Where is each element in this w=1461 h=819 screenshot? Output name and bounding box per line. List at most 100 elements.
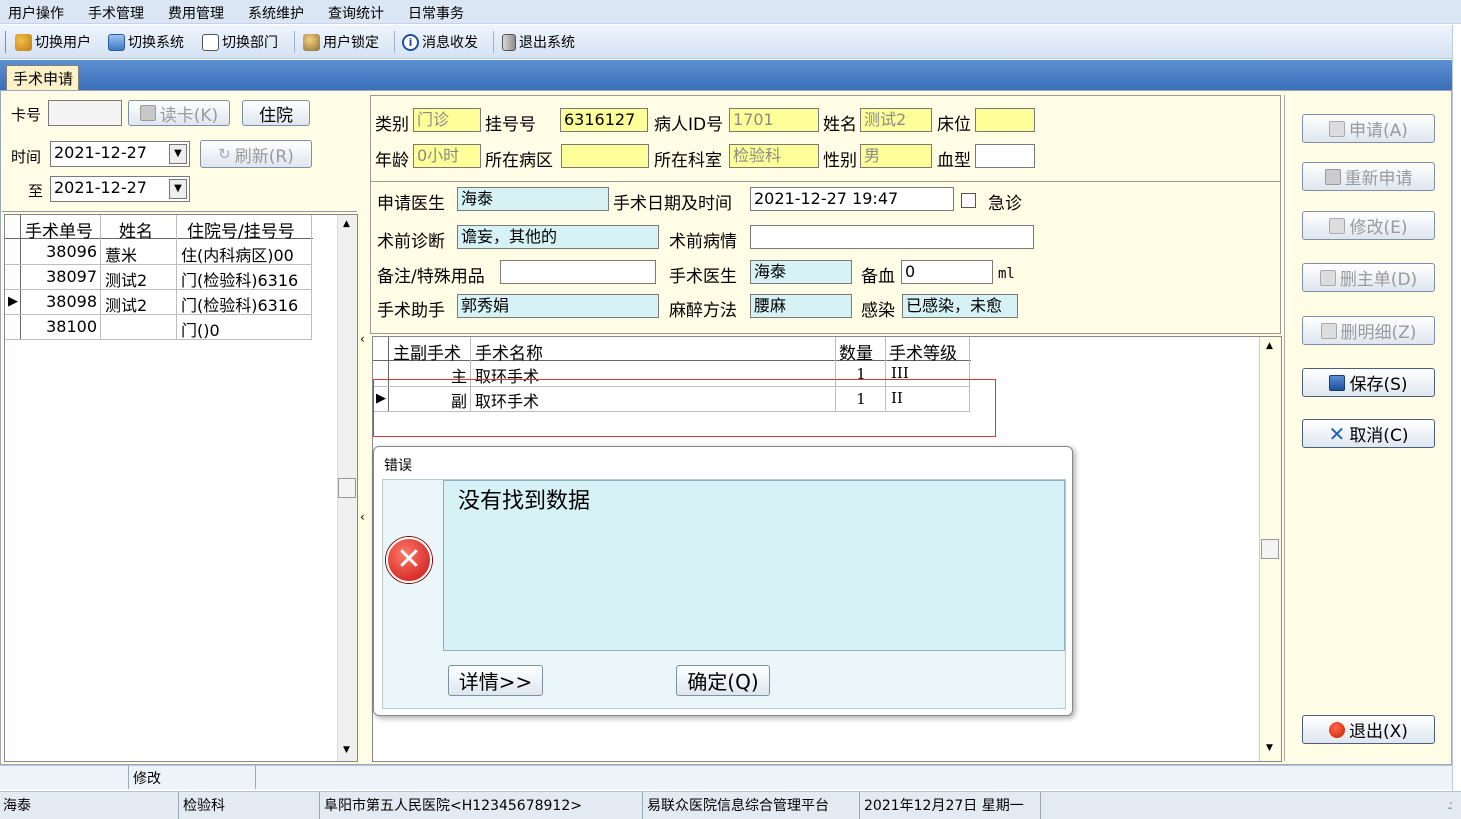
scroll-down-icon[interactable]: ▼ xyxy=(343,745,350,755)
delete-main-button[interactable]: 删主单(D) xyxy=(1302,263,1435,292)
status-separator xyxy=(859,792,860,819)
patient-id-field[interactable]: 1701 xyxy=(729,108,819,132)
surgery-list-grid[interactable]: 手术单号 姓名 住院号/挂号号 38096 薏米 住(内科病区)00 38097… xyxy=(4,214,358,762)
dropdown-arrow-icon[interactable]: ▼ xyxy=(169,144,187,164)
emergency-checkbox[interactable] xyxy=(961,193,976,208)
action-panel: 申请(A) 重新申请 修改(E) 删主单(D) 删明细(Z) 保存(S) ✕ 取… xyxy=(1284,95,1448,761)
age-field[interactable]: 0小时 xyxy=(413,144,481,168)
toolbar-separator xyxy=(294,31,295,53)
reapply-button[interactable]: 重新申请 xyxy=(1302,162,1435,191)
date-to-picker[interactable]: 2021-12-27 ▼ xyxy=(50,176,190,202)
blood-type-field[interactable] xyxy=(975,144,1035,168)
tab-surgery-application[interactable]: 手术申请 xyxy=(6,65,79,90)
menu-query-stats[interactable]: 查询统计 xyxy=(328,3,384,23)
row-id: 38098 xyxy=(46,292,97,311)
scroll-up-icon[interactable]: ▲ xyxy=(343,219,350,229)
reapply-icon xyxy=(1324,168,1341,185)
row-id: 38100 xyxy=(46,317,97,336)
col-header-qty[interactable]: 数量 xyxy=(839,339,873,364)
menu-fee-mgmt[interactable]: 费用管理 xyxy=(168,3,224,23)
exit-system-button[interactable]: 退出系统 xyxy=(502,32,575,52)
read-card-label: 读卡(K) xyxy=(159,105,219,126)
selection-highlight xyxy=(373,379,996,437)
infection-field[interactable]: 已感染，未愈 xyxy=(902,294,1018,318)
scroll-thumb[interactable] xyxy=(338,478,356,498)
resize-grip-icon[interactable]: .: xyxy=(1447,798,1453,812)
modify-button[interactable]: 修改(E) xyxy=(1302,211,1435,240)
switch-user-button[interactable]: 切换用户 xyxy=(15,32,91,52)
refresh-button[interactable]: ↻ 刷新(R) xyxy=(200,140,312,168)
panel-splitter[interactable]: ‹ ‹ xyxy=(359,330,368,530)
scroll-up-icon[interactable]: ▲ xyxy=(1266,341,1273,351)
menu-system-maint[interactable]: 系统维护 xyxy=(248,3,304,23)
application-panel: 申请医生 海泰 手术日期及时间 2021-12-27 19:47 急诊 术前诊断… xyxy=(370,182,1281,334)
dept-field[interactable]: 检验科 xyxy=(729,144,819,168)
time-label: 时间 xyxy=(11,148,42,166)
read-card-button[interactable]: 读卡(K) xyxy=(128,100,230,126)
assistant-field[interactable]: 郭秀娟 xyxy=(457,294,659,318)
preop-condition-field[interactable] xyxy=(750,225,1034,249)
reg-no-field[interactable]: 6316127 xyxy=(560,108,648,132)
col-header-main-sub[interactable]: 主副手术 xyxy=(393,339,461,364)
delete-detail-button[interactable]: 删明细(Z) xyxy=(1302,316,1435,345)
notes-field[interactable] xyxy=(500,260,656,284)
user-lock-icon xyxy=(303,33,320,51)
calendar-icon xyxy=(202,33,219,51)
messages-label: 消息收发 xyxy=(422,35,478,51)
col-header-reg[interactable]: 住院号/挂号号 xyxy=(187,217,295,242)
save-label: 保存(S) xyxy=(1349,375,1408,395)
anesthesia-field[interactable]: 腰麻 xyxy=(750,294,852,318)
chevron-left-icon[interactable]: ‹ xyxy=(360,332,365,346)
type-field[interactable]: 门诊 xyxy=(413,108,481,132)
refresh-label: 刷新(R) xyxy=(234,146,294,167)
details-button[interactable]: 详情>> xyxy=(448,665,543,696)
surgeon-field[interactable]: 海泰 xyxy=(750,260,852,284)
col-header-id[interactable]: 手术单号 xyxy=(25,217,93,242)
col-header-surgery-name[interactable]: 手术名称 xyxy=(475,339,543,364)
preop-diagnosis-field[interactable]: 谵妄，其他的 xyxy=(457,225,659,249)
cancel-label: 取消(C) xyxy=(1349,426,1409,446)
table-row-selected[interactable]: ▶ 38098 测试2 门(检验科)6316 xyxy=(5,290,312,315)
switch-dept-button[interactable]: 切换部门 xyxy=(202,32,278,52)
table-row[interactable]: 38100 门()0 xyxy=(5,315,312,340)
switch-system-button[interactable]: 切换系统 xyxy=(108,32,184,52)
col-header-name[interactable]: 姓名 xyxy=(119,217,153,242)
menu-user-ops[interactable]: 用户操作 xyxy=(8,3,64,23)
save-button[interactable]: 保存(S) xyxy=(1302,368,1435,397)
ward-field[interactable] xyxy=(561,144,649,168)
ward-label: 所在病区 xyxy=(485,151,553,171)
surgery-datetime-field[interactable]: 2021-12-27 19:47 xyxy=(750,187,954,211)
blood-prep-field[interactable]: 0 xyxy=(901,260,993,284)
menu-surgery-mgmt[interactable]: 手术管理 xyxy=(88,3,144,23)
messages-button[interactable]: i 消息收发 xyxy=(402,32,478,52)
gender-field[interactable]: 男 xyxy=(860,144,932,168)
scroll-thumb[interactable] xyxy=(1261,539,1279,559)
scroll-down-icon[interactable]: ▼ xyxy=(1266,743,1273,753)
exit-button[interactable]: 退出(X) xyxy=(1302,715,1435,744)
switch-system-icon xyxy=(108,33,125,51)
card-input[interactable] xyxy=(48,100,122,126)
inpatient-button[interactable]: 住院 xyxy=(242,100,310,126)
table-row[interactable]: 38096 薏米 住(内科病区)00 xyxy=(5,240,312,265)
chevron-left-icon[interactable]: ‹ xyxy=(360,510,365,524)
menu-daily-affairs[interactable]: 日常事务 xyxy=(408,3,464,23)
switch-system-label: 切换系统 xyxy=(128,35,184,51)
col-header-level[interactable]: 手术等级 xyxy=(889,339,957,364)
status-hospital: 阜阳市第五人民医院<H12345678912> xyxy=(324,798,582,814)
list-vertical-scrollbar[interactable]: ▲ ▼ xyxy=(337,215,357,761)
lock-user-button[interactable]: 用户锁定 xyxy=(303,32,379,52)
cancel-button[interactable]: ✕ 取消(C) xyxy=(1302,419,1435,448)
bed-field[interactable] xyxy=(975,108,1035,132)
apply-doctor-field[interactable]: 海泰 xyxy=(457,187,609,211)
table-row[interactable]: 38097 测试2 门(检验科)6316 xyxy=(5,265,312,290)
blood-type-label: 血型 xyxy=(937,151,971,171)
date-from-picker[interactable]: 2021-12-27 ▼ xyxy=(50,141,190,167)
apply-label: 申请(A) xyxy=(1349,121,1408,141)
apply-button[interactable]: 申请(A) xyxy=(1302,114,1435,143)
ops-vertical-scrollbar[interactable]: ▲ ▼ xyxy=(1259,337,1281,761)
ok-button[interactable]: 确定(Q) xyxy=(676,665,770,696)
users-icon xyxy=(15,33,32,51)
dropdown-arrow-icon[interactable]: ▼ xyxy=(169,179,187,199)
row-name: 测试2 xyxy=(105,271,148,290)
name-field[interactable]: 测试2 xyxy=(860,108,932,132)
